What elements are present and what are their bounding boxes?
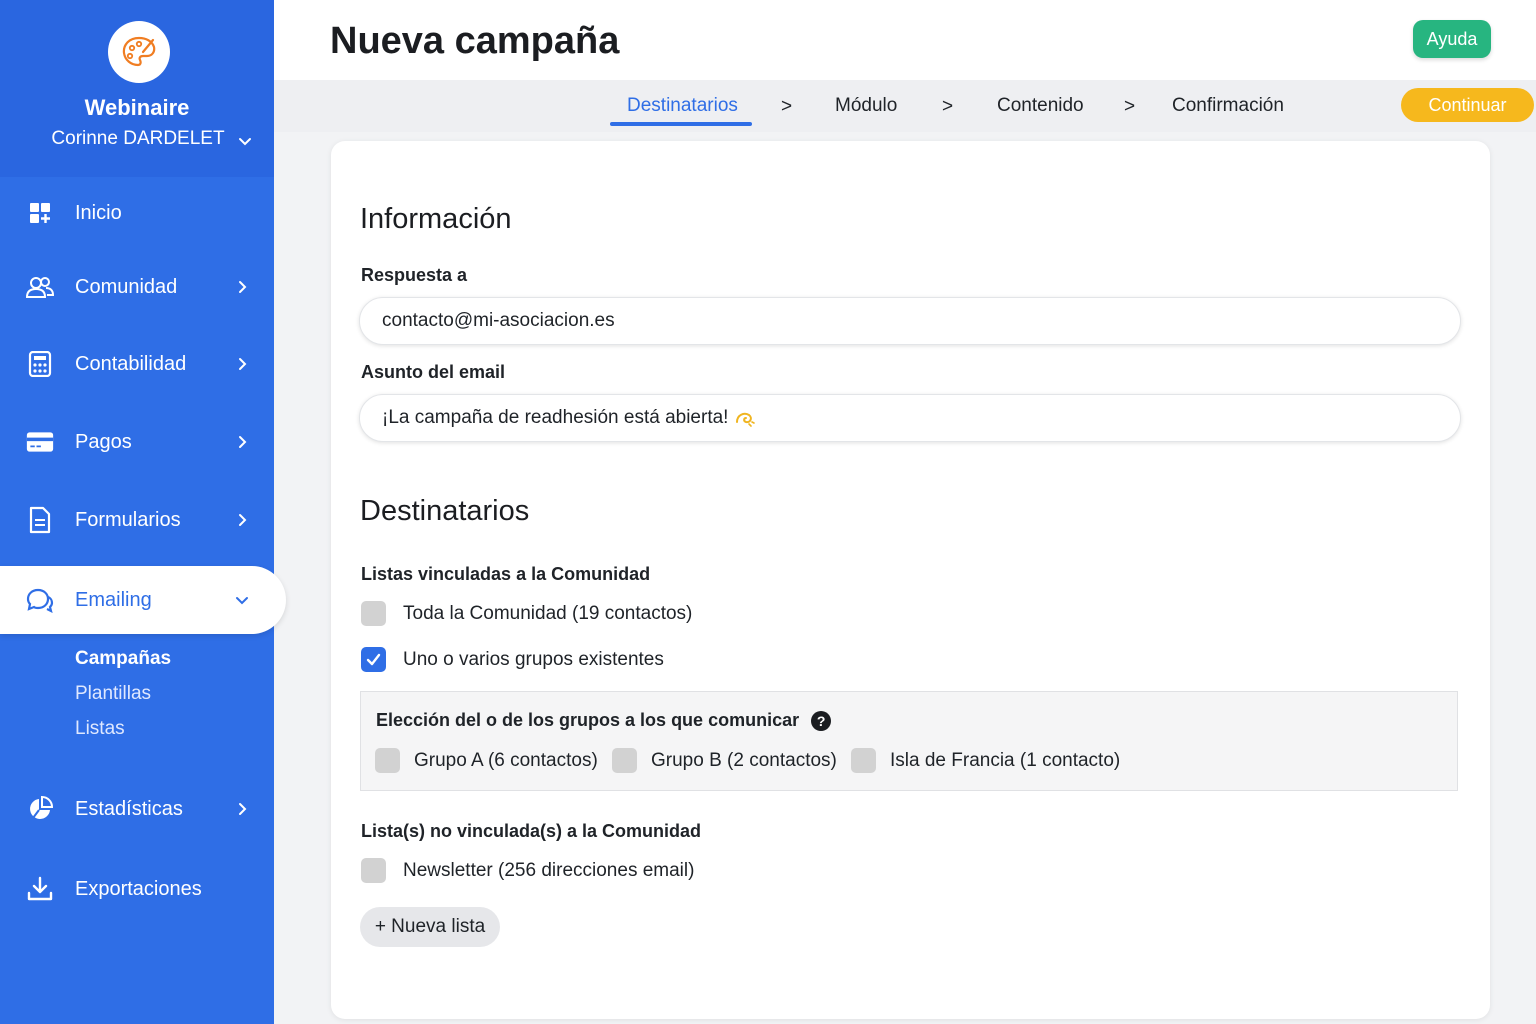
- checkbox[interactable]: [375, 748, 400, 773]
- checkbox[interactable]: [851, 748, 876, 773]
- group-selection-panel: Elección del o de los grupos a los que c…: [360, 691, 1458, 791]
- checkbox[interactable]: [361, 858, 386, 883]
- sidebar-item-label: Exportaciones: [75, 877, 202, 900]
- sidebar-item-label: Contabilidad: [75, 352, 187, 375]
- sidebar-item-comunidad[interactable]: Comunidad: [0, 257, 274, 317]
- user-switcher[interactable]: Corinne DARDELET: [0, 128, 274, 150]
- sidebar-item-exportaciones[interactable]: Exportaciones: [0, 859, 274, 919]
- option-all-community[interactable]: Toda la Comunidad (19 contactos): [361, 601, 692, 626]
- help-button[interactable]: Ayuda: [1413, 20, 1491, 58]
- calculator-icon: [26, 350, 54, 378]
- step-contenido[interactable]: Contenido: [997, 95, 1084, 117]
- chevron-right-icon: [239, 514, 247, 526]
- reply-to-field[interactable]: contacto@mi-asociacion.es: [359, 297, 1461, 345]
- pie-chart-icon: [26, 795, 54, 823]
- sidebar-header: Webinaire Corinne DARDELET: [0, 0, 274, 177]
- subject-value: ¡La campaña de readhesión está abierta!: [382, 407, 729, 428]
- credit-card-icon: [26, 428, 54, 456]
- continue-button[interactable]: Continuar: [1401, 88, 1534, 122]
- group-label: Isla de Francia (1 contacto): [890, 749, 1121, 771]
- option-label: Toda la Comunidad (19 contactos): [403, 602, 693, 624]
- subject-field[interactable]: ¡La campaña de readhesión está abierta!: [359, 394, 1461, 442]
- chevron-right-icon: [239, 358, 247, 370]
- option-label: Newsletter (256 direcciones email): [403, 859, 695, 881]
- sidebar-item-contabilidad[interactable]: Contabilidad: [0, 334, 274, 394]
- checkbox[interactable]: [361, 601, 386, 626]
- sidebar-item-label: Inicio: [75, 201, 122, 224]
- option-label: Uno o varios grupos existentes: [403, 648, 664, 670]
- reply-to-value: contacto@mi-asociacion.es: [382, 310, 615, 331]
- chevron-right-icon: [239, 436, 247, 448]
- subject-label: Asunto del email: [361, 362, 506, 382]
- sidebar-subitem-plantillas[interactable]: Plantillas: [75, 683, 151, 705]
- sidebar-item-emailing[interactable]: Emailing: [0, 566, 286, 634]
- sidebar-subitem-listas[interactable]: Listas: [75, 718, 125, 740]
- sidebar: Webinaire Corinne DARDELET Inicio Comuni…: [0, 0, 286, 1024]
- sidebar-item-inicio[interactable]: Inicio: [0, 183, 274, 243]
- section-title-informacion: Información: [360, 203, 512, 235]
- sidebar-item-formularios[interactable]: Formularios: [0, 490, 274, 550]
- sidebar-subitem-campanas[interactable]: Campañas: [75, 648, 171, 670]
- chevron-right-icon: [239, 281, 247, 293]
- step-modulo[interactable]: Módulo: [835, 95, 897, 117]
- users-icon: [26, 273, 54, 301]
- linked-lists-label: Listas vinculadas a la Comunidad: [361, 564, 651, 584]
- chevron-down-icon: [239, 138, 251, 146]
- step-destinatarios[interactable]: Destinatarios: [627, 95, 738, 117]
- chat-icon: [26, 586, 54, 614]
- check-icon: [366, 653, 381, 666]
- option-newsletter[interactable]: Newsletter (256 direcciones email): [361, 858, 694, 883]
- group-option-a[interactable]: Grupo A (6 contactos): [375, 748, 598, 773]
- sidebar-item-label: Pagos: [75, 430, 132, 453]
- sidebar-item-pagos[interactable]: Pagos: [0, 412, 274, 472]
- help-question-icon[interactable]: ?: [811, 710, 832, 731]
- chevron-down-icon: [236, 597, 248, 605]
- active-step-indicator: [610, 122, 752, 126]
- page-title: Nueva campaña: [330, 20, 620, 62]
- dashboard-icon: [26, 199, 54, 227]
- steps-nav: Destinatarios > Módulo > Contenido > Con…: [274, 80, 1536, 132]
- user-name: Corinne DARDELET: [51, 128, 225, 149]
- org-name: Webinaire: [84, 95, 190, 120]
- group-selection-title: Elección del o de los grupos a los que c…: [376, 710, 832, 731]
- new-list-button[interactable]: + Nueva lista: [360, 907, 500, 947]
- checkbox-checked[interactable]: [361, 647, 386, 672]
- dizzy-emoji-icon: [736, 412, 756, 427]
- document-icon: [26, 506, 54, 534]
- header: Nueva campaña Ayuda: [274, 0, 1536, 80]
- campaign-form-card: Información Respuesta a contacto@mi-asoc…: [331, 141, 1490, 1019]
- step-separator: >: [942, 96, 954, 117]
- group-selection-title-text: Elección del o de los grupos a los que c…: [376, 710, 800, 730]
- palette-logo-icon: [108, 21, 170, 83]
- group-label: Grupo A (6 contactos): [414, 749, 598, 771]
- option-existing-groups[interactable]: Uno o varios grupos existentes: [361, 647, 664, 672]
- step-separator: >: [781, 96, 793, 117]
- unlinked-lists-label: Lista(s) no vinculada(s) a la Comunidad: [361, 821, 702, 841]
- group-option-isla-de-francia[interactable]: Isla de Francia (1 contacto): [851, 748, 1120, 773]
- step-separator: >: [1124, 96, 1136, 117]
- group-label: Grupo B (2 contactos): [651, 749, 837, 771]
- sidebar-item-label: Comunidad: [75, 275, 178, 298]
- sidebar-item-estadisticas[interactable]: Estadísticas: [0, 779, 274, 839]
- sidebar-item-label: Formularios: [75, 508, 181, 531]
- group-option-b[interactable]: Grupo B (2 contactos): [612, 748, 837, 773]
- step-confirmacion[interactable]: Confirmación: [1172, 95, 1284, 117]
- sidebar-item-label: Estadísticas: [75, 797, 183, 820]
- sidebar-item-label: Emailing: [75, 588, 152, 611]
- reply-to-label: Respuesta a: [361, 265, 468, 285]
- checkbox[interactable]: [612, 748, 637, 773]
- download-icon: [26, 875, 54, 903]
- chevron-right-icon: [239, 803, 247, 815]
- section-title-destinatarios: Destinatarios: [360, 495, 530, 527]
